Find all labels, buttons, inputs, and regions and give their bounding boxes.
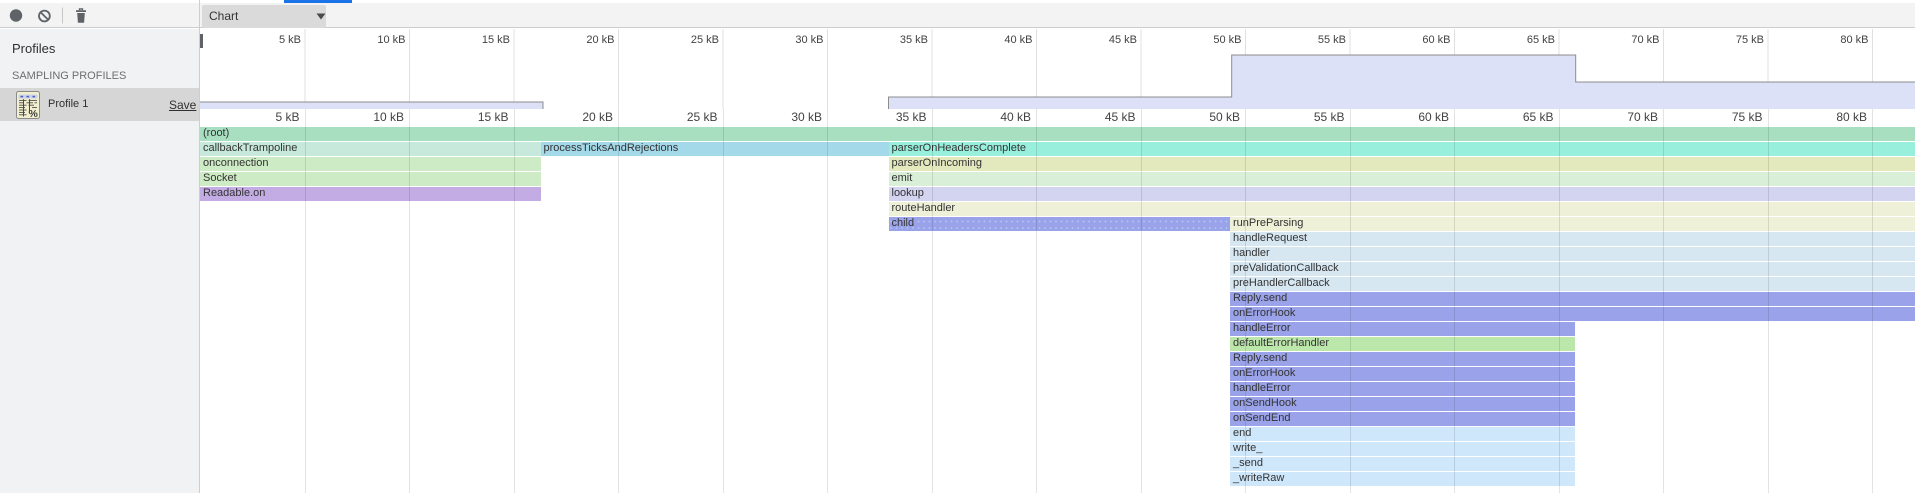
svg-text:%: % <box>29 108 39 119</box>
